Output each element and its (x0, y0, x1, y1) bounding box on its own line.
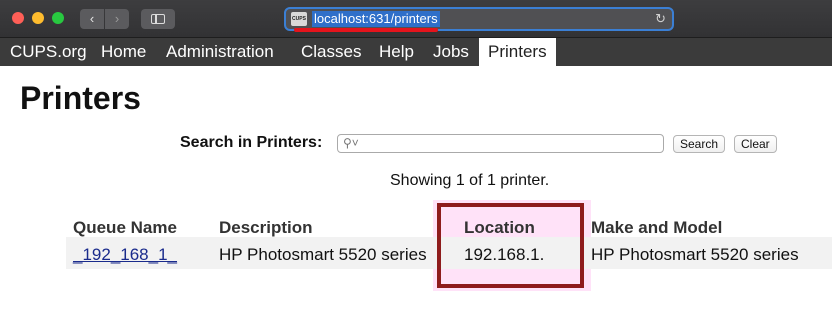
location-annotation-box (437, 203, 584, 288)
results-count: Showing 1 of 1 printer. (390, 172, 550, 189)
chevron-left-icon[interactable]: ‹ (80, 9, 104, 29)
reload-icon[interactable]: ↻ (655, 11, 666, 27)
search-label: Search in Printers: (180, 134, 323, 151)
nav-help[interactable]: Help (379, 38, 414, 66)
header-queue-name[interactable]: Queue Name (73, 218, 177, 238)
printer-queue-link[interactable]: _192_168_1_ (73, 245, 177, 265)
nav-home[interactable]: Home (101, 38, 146, 66)
nav-administration[interactable]: Administration (166, 38, 274, 66)
cups-navbar: CUPS.org Home Administration Classes Hel… (0, 38, 832, 66)
search-input[interactable]: ⚲˅ (337, 134, 664, 153)
header-make-and-model[interactable]: Make and Model (591, 218, 722, 238)
browser-titlebar: ‹ › CUPS localhost:631/printers ↻ (0, 0, 832, 38)
printer-make-model: HP Photosmart 5520 series (591, 245, 799, 264)
url-text[interactable]: localhost:631/printers (312, 11, 440, 27)
sidebar-toggle-icon[interactable] (141, 9, 175, 29)
nav-cups-org[interactable]: CUPS.org (10, 38, 87, 66)
url-annotation-underline (294, 28, 438, 32)
header-description[interactable]: Description (219, 218, 313, 238)
cups-favicon: CUPS (291, 12, 307, 26)
search-button[interactable]: Search (673, 135, 726, 153)
nav-jobs[interactable]: Jobs (433, 38, 469, 66)
zoom-window-icon[interactable] (52, 12, 64, 24)
chevron-right-icon[interactable]: › (105, 9, 129, 29)
minimize-window-icon[interactable] (32, 12, 44, 24)
clear-button[interactable]: Clear (734, 135, 777, 153)
printer-description: HP Photosmart 5520 series (219, 245, 427, 264)
search-icon: ⚲˅ (343, 136, 359, 150)
page-title: Printers (20, 80, 141, 116)
nav-printers[interactable]: Printers (479, 38, 556, 66)
close-window-icon[interactable] (12, 12, 24, 24)
nav-classes[interactable]: Classes (301, 38, 361, 66)
